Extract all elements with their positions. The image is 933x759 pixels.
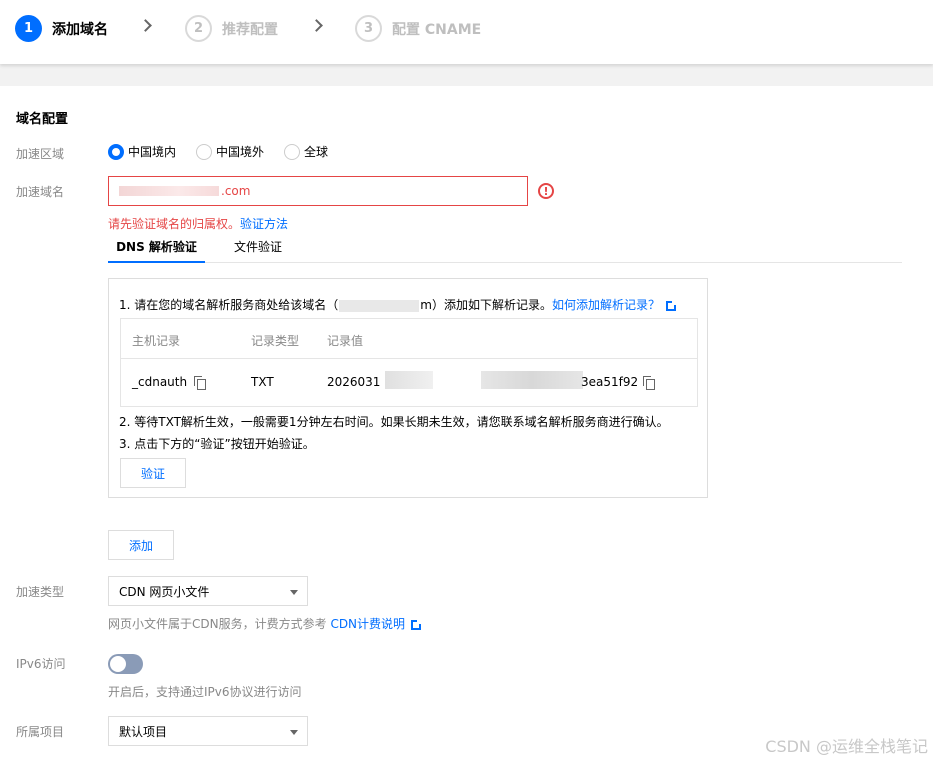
accel-type-hint: 网页小文件属于CDN服务，计费方式参考 CDN计费说明 (108, 615, 423, 632)
step-3-label: 配置 CNAME (392, 21, 482, 38)
accel-type-value: CDN 网页小文件 (119, 584, 210, 599)
domain-input-value: .com (221, 184, 251, 198)
redacted-domain (339, 299, 420, 312)
radio-mainland[interactable]: 中国境内 (108, 143, 176, 160)
accel-type-select[interactable]: CDN 网页小文件 (108, 576, 308, 606)
header-divider-band (0, 64, 933, 86)
copy-icon[interactable] (643, 376, 655, 390)
external-link-icon[interactable] (665, 299, 677, 311)
caret-down-icon (290, 730, 298, 735)
region-radio-group: 中国境内 中国境外 全球 (108, 143, 348, 160)
tab-dns-verify[interactable]: DNS 解析验证 (108, 238, 205, 263)
step-2-label: 推荐配置 (222, 21, 278, 38)
th-type: 记录类型 (251, 334, 300, 348)
step-3-number: 3 (355, 15, 382, 42)
th-host: 主机记录 (132, 334, 181, 348)
steps-bar: 1 添加域名 2 推荐配置 3 配置 CNAME (0, 0, 933, 64)
project-label: 所属项目 (16, 725, 65, 739)
project-select[interactable]: 默认项目 (108, 716, 308, 746)
cell-value-prefix: 2026031 (327, 375, 381, 389)
watermark: CSDN @运维全栈笔记 (765, 737, 928, 756)
verify-method-link[interactable]: 验证方法 (240, 217, 288, 231)
accel-type-label: 加速类型 (16, 585, 65, 599)
dns-step-1-tail: m）添加如下解析记录。 (420, 298, 552, 312)
error-icon: ! (538, 183, 554, 199)
cell-host: _cdnauth (132, 375, 188, 389)
external-link-icon[interactable] (411, 618, 423, 630)
dns-step-1-prefix: 1. 请在您的域名解析服务商处给该域名（ (119, 298, 339, 312)
radio-checked-icon (108, 143, 124, 160)
dns-step-1: 1. 请在您的域名解析服务商处给该域名（ m）添加如下解析记录。如何添加解析记录？ (119, 296, 677, 313)
chevron-right-icon (310, 19, 323, 32)
cell-value-suffix: 3ea51f92 (581, 375, 639, 389)
radio-mainland-label: 中国境内 (128, 145, 177, 159)
cell-type: TXT (251, 375, 274, 389)
radio-global[interactable]: 全球 (284, 143, 328, 160)
dns-step-2: 2. 等待TXT解析生效，一般需要1分钟左右时间。如果长期未生效，请您联系域名解… (119, 415, 669, 429)
th-value: 记录值 (327, 334, 364, 348)
domain-error-message: 请先验证域名的归属权。验证方法 (108, 215, 288, 232)
domain-label: 加速域名 (16, 185, 65, 199)
step-1-label: 添加域名 (52, 21, 108, 38)
chevron-right-icon (139, 19, 152, 32)
section-title: 域名配置 (16, 112, 69, 127)
domain-input[interactable]: .com (108, 176, 528, 206)
verify-tabs: DNS 解析验证 文件验证 (108, 238, 902, 263)
table-header: 主机记录 记录类型 记录值 (121, 319, 697, 359)
step-1: 1 添加域名 (15, 15, 108, 42)
dns-record-table: 主机记录 记录类型 记录值 _cdnauth TXT 2026031 3ea51… (120, 318, 698, 407)
step-2-number: 2 (185, 15, 212, 42)
ipv6-hint: 开启后，支持通过IPv6协议进行访问 (108, 685, 302, 699)
caret-down-icon (290, 590, 298, 595)
cdn-billing-link[interactable]: CDN计费说明 (330, 617, 405, 631)
radio-unchecked-icon (284, 143, 301, 160)
step-2: 2 推荐配置 (185, 15, 278, 42)
redacted-value (385, 371, 433, 389)
accel-type-hint-text: 网页小文件属于CDN服务，计费方式参考 (108, 617, 327, 631)
tab-file-verify[interactable]: 文件验证 (234, 238, 282, 263)
ipv6-toggle[interactable] (108, 654, 143, 674)
radio-unchecked-icon (196, 143, 213, 160)
verify-button[interactable]: 验证 (120, 458, 186, 488)
radio-overseas-label: 中国境外 (216, 145, 265, 159)
toggle-knob (110, 656, 126, 672)
dns-step-3: 3. 点击下方的“验证”按钮开始验证。 (119, 437, 315, 451)
redacted-value (481, 371, 583, 389)
radio-global-label: 全球 (304, 145, 329, 159)
redacted-domain (119, 186, 219, 196)
add-button[interactable]: 添加 (108, 530, 174, 560)
radio-overseas[interactable]: 中国境外 (196, 143, 264, 160)
step-1-number: 1 (15, 15, 42, 42)
domain-error-text: 请先验证域名的归属权。 (108, 217, 241, 231)
how-to-add-record-link[interactable]: 如何添加解析记录？ (552, 298, 660, 312)
ipv6-label: IPv6访问 (16, 657, 66, 671)
project-value: 默认项目 (119, 724, 168, 739)
step-3: 3 配置 CNAME (355, 15, 481, 42)
region-label: 加速区域 (16, 147, 65, 161)
copy-icon[interactable] (194, 376, 206, 390)
dns-verify-panel: 1. 请在您的域名解析服务商处给该域名（ m）添加如下解析记录。如何添加解析记录？… (108, 278, 708, 498)
